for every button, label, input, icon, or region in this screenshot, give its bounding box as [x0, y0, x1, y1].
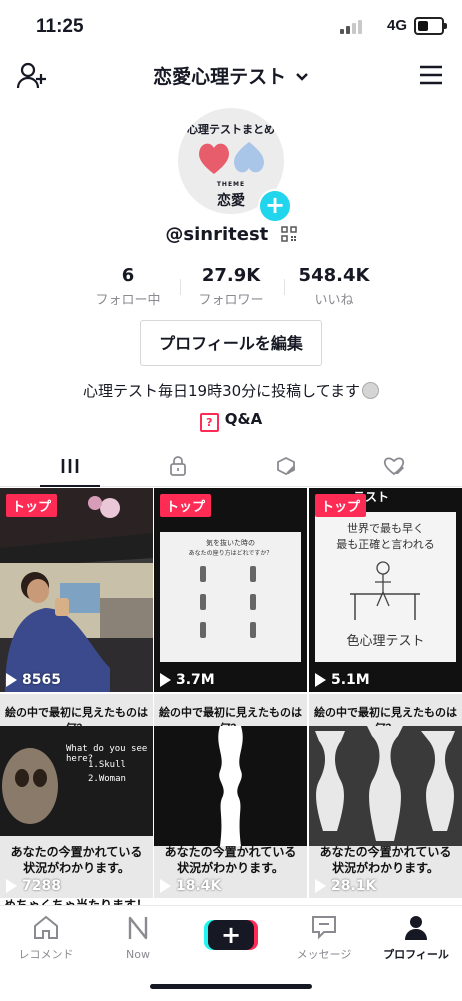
nav-messages[interactable]: メッセージ [278, 914, 370, 962]
caption-line-2: 状況がわかります。 [177, 861, 284, 875]
profile-icon [405, 916, 427, 940]
nav-label: プロフィール [383, 948, 449, 961]
add-story-button[interactable]: + [258, 189, 292, 223]
view-count: 7288 [6, 878, 61, 894]
stat-likes[interactable]: 548.4K いいね [279, 265, 389, 308]
video-preview-image: What do you see here? 1.Skull 2.Woman [0, 726, 153, 836]
avatar-top-text: 心理テストまとめ [187, 123, 275, 136]
home-indicator [150, 984, 312, 989]
network-label: 4G [386, 17, 407, 34]
lock-icon [169, 456, 186, 476]
question-icon: ? [199, 413, 219, 432]
tab-liked[interactable] [336, 446, 451, 486]
profile-header: 恋愛心理テスト [0, 52, 462, 96]
page-title: 恋愛心理テスト [153, 66, 287, 88]
face-vase-illustration [154, 726, 307, 846]
qr-code-icon[interactable] [280, 226, 297, 242]
status-bar: 11:25 4G [0, 0, 462, 52]
liked-heart-icon [383, 457, 404, 476]
vase-illustration [309, 726, 462, 846]
stat-label: いいね [314, 293, 354, 308]
video-thumbnail[interactable]: テスト 世界で最も早く 最も正確と言われる 色心理テスト トップ 5.1M [309, 488, 462, 692]
video-thumbnail[interactable]: 気を抜いた時の あなたの座り方はどれですか？ トップ 3.7M [154, 488, 307, 692]
hearts-icon [199, 142, 264, 174]
stat-followers[interactable]: 27.9K フォロワー [176, 265, 286, 308]
option-1: 1.Skull [88, 760, 126, 770]
preview-subtitle: あなたの座り方はどれですか？ [188, 550, 273, 557]
option-2: 2.Woman [88, 774, 126, 784]
stat-label: フォロワー [198, 293, 264, 308]
video-thumbnail[interactable]: 絵の中で最初に見えたものは何？ あなたの今置かれている状況がわかります。 18.… [154, 694, 307, 898]
tab-private[interactable] [120, 446, 235, 486]
caption-line-2: 状況がわかります。 [332, 861, 439, 875]
caption: あなたの今置かれている 状況がわかります。 [0, 844, 153, 876]
preview-line-1: 世界で最も早く [347, 522, 424, 535]
create-plus-icon[interactable]: + [208, 920, 254, 950]
view-count: 28.1K [315, 878, 376, 894]
caption-line-1: あなたの今置かれている [10, 845, 143, 859]
now-icon [128, 916, 148, 940]
view-count: 3.7M [160, 672, 215, 688]
bio-text: 心理テスト毎日19時30分に投稿してます [83, 382, 360, 400]
qa-link[interactable]: ? Q&A [0, 410, 462, 432]
caption: あなたの今置かれている 状況がわかります。 [154, 844, 307, 876]
username: @sinritest [165, 224, 269, 245]
preview-line-3: 色心理テスト [346, 634, 425, 649]
username-row: @sinritest [0, 224, 462, 245]
desk-illustration [350, 561, 420, 620]
battery-icon [414, 17, 447, 35]
signal-icon [340, 20, 362, 34]
preview-title: 気を抜いた時の [206, 539, 255, 547]
nav-home[interactable]: レコメンド [0, 914, 92, 962]
stat-label: フォロー中 [95, 293, 161, 308]
tab-reposts[interactable] [228, 446, 343, 486]
view-count: 18.4K [160, 878, 221, 894]
avatar-theme-label: THEME [216, 181, 246, 188]
bio: 心理テスト毎日19時30分に投稿してます [0, 380, 462, 401]
repost-icon [276, 456, 295, 476]
caption: あなたの今置かれている 状況がわかります。 [309, 844, 462, 876]
caption-line-1: あなたの今置かれている [164, 845, 297, 859]
video-thumbnail[interactable]: トップ 8565 [0, 488, 153, 692]
content-tabs [0, 446, 462, 487]
caption-line-1: あなたの今置かれている [319, 845, 452, 859]
video-thumbnail[interactable]: 絵の中で最初に見えたものは何？ あなたの今置かれている状況がわかります。 28.… [309, 694, 462, 898]
video-preview-image [0, 488, 153, 692]
stat-following[interactable]: 6 フォロー中 [73, 265, 183, 308]
caption-line-2: 状況がわかります。 [23, 861, 130, 875]
tab-videos[interactable] [12, 446, 127, 487]
nav-now[interactable]: Now [92, 914, 184, 961]
message-icon [312, 916, 336, 940]
coin-emoji-icon [361, 382, 379, 399]
view-count: 5.1M [315, 672, 370, 688]
qa-label: Q&A [224, 410, 263, 428]
nav-label: レコメンド [18, 948, 74, 961]
video-thumbnail[interactable]: 絵の中で最初に見えたものは何？ What do you see here? 1.… [0, 694, 153, 898]
nav-label: Now [126, 948, 150, 961]
stat-value: 548.4K [298, 265, 370, 286]
pinned-badge: トップ [315, 494, 367, 517]
preview-line-2: 最も正確と言われる [336, 538, 435, 551]
status-time: 11:25 [36, 16, 84, 37]
menu-icon[interactable] [418, 64, 444, 86]
stat-value: 27.9K [201, 265, 261, 286]
nav-profile[interactable]: プロフィール [370, 914, 462, 962]
nav-label: メッセージ [296, 948, 352, 961]
pinned-badge: トップ [160, 494, 212, 517]
edit-profile-button[interactable]: プロフィールを編集 [140, 320, 322, 366]
account-switcher[interactable]: 恋愛心理テスト [0, 62, 462, 89]
pinned-badge: トップ [6, 494, 58, 517]
stat-value: 6 [121, 265, 135, 286]
profile-stats: 6 フォロー中 27.9K フォロワー 548.4K いいね [0, 265, 462, 309]
skull-illustration [2, 748, 58, 824]
home-icon [34, 915, 58, 939]
chevron-down-icon [295, 73, 308, 81]
video-preview-card: 世界で最も早く 最も正確と言われる 色心理テスト [315, 512, 456, 662]
view-count: 8565 [6, 672, 61, 688]
video-preview-card: 気を抜いた時の あなたの座り方はどれですか？ [160, 532, 301, 662]
grid-icon [61, 459, 78, 473]
sitting-figures-illustration [200, 566, 256, 638]
